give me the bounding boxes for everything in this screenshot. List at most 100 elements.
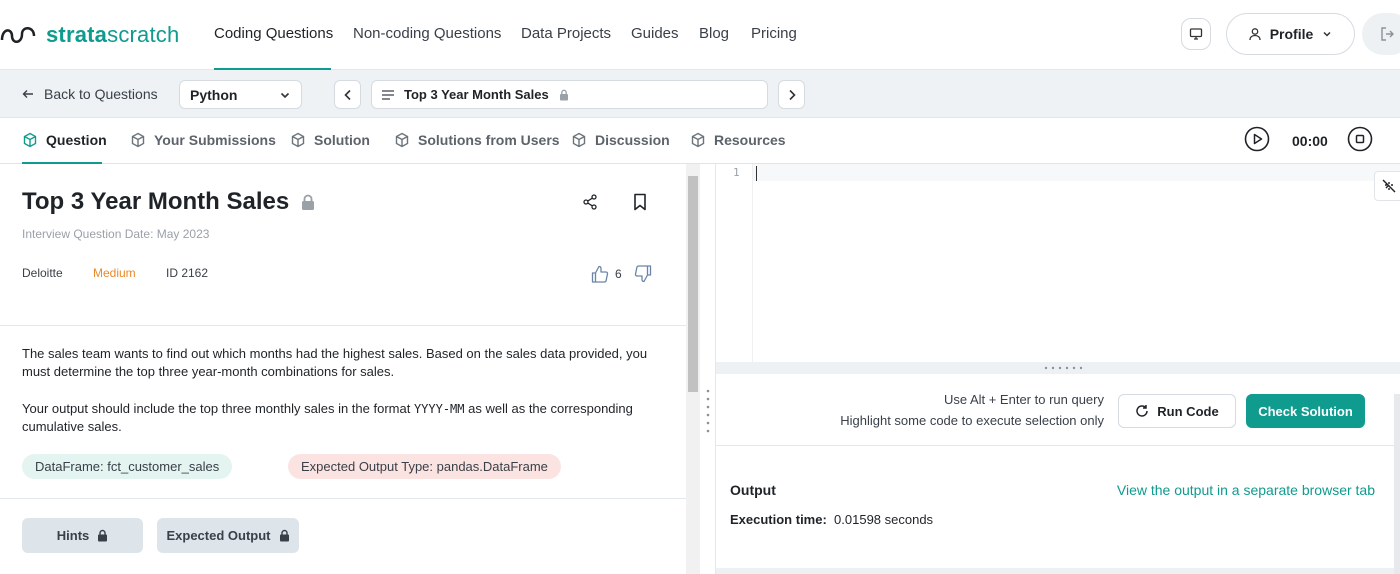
nav-guides[interactable]: Guides: [631, 25, 679, 42]
chevron-left-icon: [343, 89, 351, 100]
brand-part2: scratch: [107, 22, 180, 47]
tab-your-submissions[interactable]: Your Submissions: [130, 132, 276, 148]
monitor-icon: [1189, 28, 1203, 40]
divider: [0, 325, 686, 326]
nav-non-coding-questions[interactable]: Non-coding Questions: [353, 25, 501, 42]
difficulty-badge: Medium: [93, 266, 136, 280]
interview-date: Interview Question Date: May 2023: [22, 227, 210, 241]
question-selector-title: Top 3 Year Month Sales: [404, 87, 549, 102]
desc2-code: YYYY-MM: [413, 402, 465, 416]
editor-gutter: 1: [716, 164, 753, 362]
tab-solutions-from-users-label: Solutions from Users: [418, 132, 560, 148]
company-name[interactable]: Deloitte: [22, 266, 63, 280]
like-count: 6: [615, 267, 622, 281]
desc2-text: Your output should include the top three…: [22, 401, 414, 416]
arrow-left-icon: [22, 90, 33, 98]
expected-output-label: Expected Output: [166, 528, 271, 543]
timer-play-button[interactable]: [1244, 126, 1270, 152]
play-icon: [1244, 126, 1270, 152]
nav-blog[interactable]: Blog: [699, 25, 729, 42]
line-number: 1: [733, 166, 740, 179]
cube-icon: [572, 132, 586, 148]
tab-question-label: Question: [46, 132, 107, 148]
like-button[interactable]: [590, 264, 610, 284]
brand-part1: strata: [46, 22, 108, 47]
execution-time-label: Execution time:: [730, 512, 827, 527]
dataframe-badge[interactable]: DataFrame: fct_customer_sales: [22, 454, 233, 479]
code-editor[interactable]: 1: [716, 164, 1400, 362]
tab-solution[interactable]: Solution: [290, 132, 370, 148]
cube-icon: [291, 132, 305, 148]
dislike-button[interactable]: [633, 264, 653, 284]
lock-icon: [98, 529, 108, 542]
toggle-autocomplete-button[interactable]: [1374, 171, 1400, 201]
lock-icon: [559, 89, 568, 100]
view-output-new-tab-link[interactable]: View the output in a separate browser ta…: [1117, 482, 1375, 498]
hints-label: Hints: [56, 528, 90, 543]
run-controls: Use Alt + Enter to run query Highlight s…: [716, 374, 1400, 446]
brand-logo[interactable]: stratascratch: [0, 20, 179, 50]
question-title-row: Top 3 Year Month Sales: [22, 188, 315, 216]
question-title: Top 3 Year Month Sales: [22, 188, 290, 215]
run-code-button[interactable]: Run Code: [1118, 394, 1236, 428]
question-description-1: The sales team wants to find out which m…: [22, 346, 648, 379]
profile-menu-button[interactable]: Profile: [1226, 13, 1355, 55]
question-id: ID 2162: [166, 266, 209, 280]
back-label: Back to Questions: [44, 86, 158, 102]
drag-handle-icon: [706, 389, 710, 433]
chevron-down-icon: [280, 92, 290, 98]
run-code-label: Run Code: [1157, 403, 1219, 419]
bookmark-button[interactable]: [630, 192, 650, 212]
next-question-button[interactable]: [778, 80, 805, 109]
panel-resize-handle[interactable]: [700, 164, 716, 574]
share-button[interactable]: [580, 192, 600, 212]
tab-solutions-from-users[interactable]: Solutions from Users: [394, 132, 560, 148]
question-tabs: Question Your Submissions Solution Solut…: [0, 118, 1400, 164]
scrollbar-thumb[interactable]: [688, 176, 698, 392]
cube-icon: [691, 132, 705, 148]
question-panel-scrollbar[interactable]: [686, 164, 700, 574]
tab-question[interactable]: Question: [22, 132, 107, 148]
active-line[interactable]: [753, 164, 1400, 181]
logo-mark-icon: [0, 27, 36, 43]
nav-pricing[interactable]: Pricing: [751, 25, 797, 42]
nav-coding-questions[interactable]: Coding Questions: [214, 25, 333, 42]
question-selector[interactable]: Top 3 Year Month Sales: [371, 80, 768, 109]
expected-output-button[interactable]: Expected Output: [157, 518, 299, 553]
question-panel: Top 3 Year Month Sales Interview Questio…: [0, 164, 686, 574]
lock-icon: [279, 529, 289, 542]
user-icon: [1249, 28, 1261, 41]
question-description-2: Your output should include the top three…: [22, 400, 662, 436]
logout-button[interactable]: [1362, 13, 1400, 55]
back-to-questions-link[interactable]: Back to Questions: [22, 86, 158, 102]
output-panel: Output View the output in a separate bro…: [716, 446, 1400, 574]
previous-question-button[interactable]: [334, 80, 361, 109]
language-select[interactable]: Python: [179, 80, 302, 109]
hints-button[interactable]: Hints: [22, 518, 143, 553]
cube-icon: [23, 132, 37, 148]
lock-icon: [302, 194, 315, 210]
profile-label: Profile: [1269, 26, 1314, 42]
tab-solution-label: Solution: [314, 132, 370, 148]
screen-mode-button[interactable]: [1181, 18, 1211, 50]
check-solution-button[interactable]: Check Solution: [1246, 394, 1365, 428]
cube-icon: [131, 132, 145, 148]
top-navbar: stratascratch Coding Questions Non-codin…: [0, 0, 1400, 70]
editor-resize-handle[interactable]: [716, 362, 1400, 374]
tab-discussion-label: Discussion: [595, 132, 670, 148]
tab-resources[interactable]: Resources: [690, 132, 786, 148]
chevron-down-icon: [1323, 31, 1331, 37]
output-scrollbar[interactable]: [1394, 394, 1400, 574]
chevron-right-icon: [788, 89, 796, 100]
question-toolbar: Back to Questions Python Top 3 Year Mont…: [0, 70, 1400, 118]
thumbs-down-icon: [634, 265, 652, 283]
tab-discussion[interactable]: Discussion: [571, 132, 670, 148]
timer-stop-button[interactable]: [1347, 126, 1373, 152]
run-hint-selection: Highlight some code to execute selection…: [840, 413, 1104, 428]
logout-icon: [1381, 27, 1394, 41]
timer-display: 00:00: [1292, 133, 1328, 149]
execution-time-value: 0.01598 seconds: [834, 512, 934, 527]
drag-handle-icon: [1044, 366, 1083, 370]
magic-off-icon: [1382, 179, 1396, 193]
nav-data-projects[interactable]: Data Projects: [521, 25, 611, 42]
